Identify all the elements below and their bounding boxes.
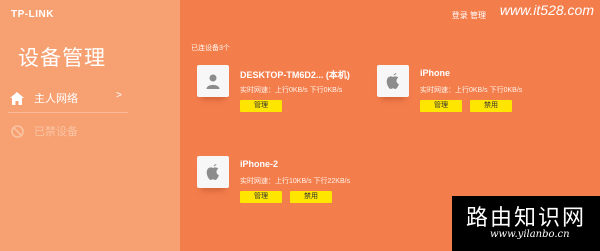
sidebar: TP-LINK 设备管理 主人网络 > 已禁设备: [0, 0, 180, 251]
manage-button[interactable]: 管理: [240, 100, 282, 112]
device-speed: 实时网速：上行0KB/s 下行0KB/s: [240, 87, 343, 94]
sidebar-item-host-network[interactable]: 主人网络 >: [0, 87, 128, 109]
device-speed: 实时网速：上行0KB/s 下行0KB/s: [420, 87, 523, 94]
device-card: iPhone 实时网速：上行0KB/s 下行0KB/s 管理 禁用: [377, 65, 537, 135]
brand-name: 路由知识网: [466, 205, 587, 230]
device-card: iPhone-2 实时网速：上行10KB/s 下行22KB/s 管理 禁用: [197, 156, 357, 226]
watermark-brand: 路由知识网 www.yilanbo.cn: [452, 196, 600, 251]
sidebar-item-blocked-devices[interactable]: 已禁设备: [0, 120, 128, 142]
watermark-url: www.it528.com: [499, 2, 594, 18]
apple-icon: [377, 65, 409, 97]
device-name: iPhone: [420, 68, 451, 78]
manage-button[interactable]: 管理: [240, 191, 282, 203]
sidebar-item-label: 已禁设备: [34, 126, 78, 138]
home-icon: [10, 91, 24, 105]
brand-logo: TP-LINK: [11, 9, 54, 20]
top-link[interactable]: 登录 管理: [452, 10, 486, 21]
device-speed: 实时网速：上行10KB/s 下行22KB/s: [240, 178, 351, 185]
device-name: DESKTOP-TM6D2... (本机): [240, 70, 350, 80]
page-title: 设备管理: [18, 47, 106, 70]
apple-icon: [197, 156, 229, 188]
sidebar-item-label: 主人网络: [34, 93, 78, 105]
manage-button[interactable]: 管理: [420, 100, 462, 112]
device-card: DESKTOP-TM6D2... (本机) 实时网速：上行0KB/s 下行0KB…: [197, 65, 357, 135]
ban-icon: [10, 124, 24, 138]
divider: [8, 112, 128, 113]
user-icon: [197, 65, 229, 97]
ban-button[interactable]: 禁用: [290, 191, 332, 203]
device-name: iPhone-2: [240, 159, 279, 169]
brand-url: www.yilanbo.cn: [490, 229, 570, 240]
connected-count-label: 已连设备3个: [191, 45, 230, 52]
chevron-right-icon: >: [116, 90, 122, 101]
ban-button[interactable]: 禁用: [470, 100, 512, 112]
